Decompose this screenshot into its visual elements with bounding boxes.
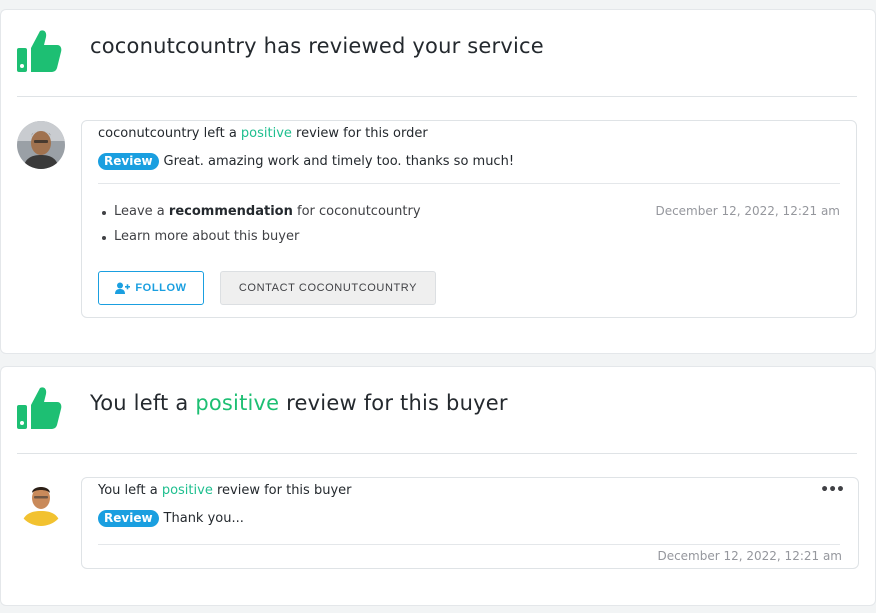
positive-label: positive <box>240 126 292 141</box>
review-received-card: coconutcountry has reviewed your service… <box>0 9 876 354</box>
heading-text-end: review for this buyer <box>279 391 508 415</box>
action-list: Leave a recommendation for coconutcountr… <box>102 204 421 254</box>
list-item-learn-more[interactable]: Learn more about this buyer <box>102 229 421 254</box>
page-title: coconutcountry has reviewed your service <box>90 34 544 58</box>
review-badge: Review <box>98 510 159 527</box>
divider <box>98 183 840 184</box>
recommendation-text-end: for coconutcountry <box>292 204 421 219</box>
recommendation-text: Leave a <box>114 204 169 219</box>
review-title-text: You left a <box>98 483 162 498</box>
review-title: You left a positive review for this buye… <box>98 483 351 498</box>
review-box: coconutcountry left a positive review fo… <box>81 120 857 318</box>
review-row: Review Thank you... <box>98 510 244 527</box>
review-title-text-end: review for this order <box>291 126 428 141</box>
review-box: You left a positive review for this buye… <box>81 477 859 569</box>
divider <box>17 453 857 454</box>
follow-label: FOLLOW <box>135 282 187 294</box>
review-title-text-end: review for this buyer <box>212 483 352 498</box>
timestamp: December 12, 2022, 12:21 am <box>657 549 842 563</box>
thumbs-up-icon <box>17 30 62 73</box>
review-title-text: coconutcountry left a <box>98 126 241 141</box>
contact-button[interactable]: CONTACT COCONUTCOUNTRY <box>220 271 436 305</box>
review-row: Review Great. amazing work and timely to… <box>98 153 514 170</box>
positive-label: positive <box>161 483 213 498</box>
review-text: Great. amazing work and timely too. than… <box>163 154 515 169</box>
divider <box>98 544 840 545</box>
thumbs-up-icon <box>17 387 62 429</box>
positive-label: positive <box>195 391 280 415</box>
avatar[interactable] <box>17 121 65 169</box>
follow-button[interactable]: FOLLOW <box>98 271 204 305</box>
more-options-icon[interactable]: ••• <box>820 482 845 498</box>
review-title: coconutcountry left a positive review fo… <box>98 126 428 141</box>
review-badge: Review <box>98 153 159 170</box>
divider <box>17 96 857 97</box>
review-left-card: You left a positive review for this buye… <box>0 366 876 606</box>
heading-text: You left a <box>90 391 196 415</box>
recommendation-link[interactable]: recommendation <box>169 204 293 219</box>
timestamp: December 12, 2022, 12:21 am <box>655 204 840 218</box>
contact-label: CONTACT COCONUTCOUNTRY <box>238 282 418 294</box>
list-item-recommendation[interactable]: Leave a recommendation for coconutcountr… <box>102 204 421 229</box>
avatar[interactable] <box>17 478 65 526</box>
page-title: You left a positive review for this buye… <box>90 391 508 415</box>
add-user-icon <box>115 282 131 294</box>
review-text: Thank you... <box>163 511 244 526</box>
